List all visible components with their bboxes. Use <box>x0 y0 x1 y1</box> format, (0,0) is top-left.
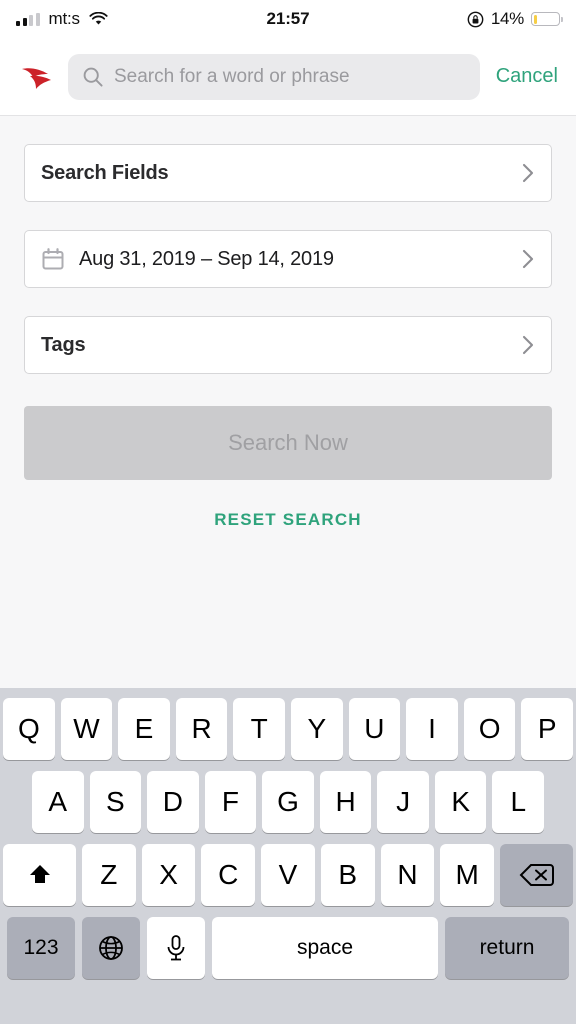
shift-arrow-icon <box>29 865 50 883</box>
space-key[interactable]: space <box>212 917 438 979</box>
numbers-key[interactable]: 123 <box>7 917 75 979</box>
key-z[interactable]: Z <box>82 844 136 906</box>
date-range-row[interactable]: Aug 31, 2019 – Sep 14, 2019 <box>24 230 552 288</box>
phone-screen: mt:s 21:57 14% Search for a word or phra… <box>0 0 576 1024</box>
battery-percent-label: 14% <box>490 9 524 28</box>
date-range-label: Aug 31, 2019 – Sep 14, 2019 <box>79 247 334 270</box>
key-j[interactable]: J <box>377 771 429 833</box>
search-field-container[interactable] <box>68 53 480 100</box>
key-h[interactable]: H <box>319 771 372 833</box>
search-fields-label: Search Fields <box>41 161 169 184</box>
key-g[interactable]: G <box>262 771 314 833</box>
key-c[interactable]: C <box>201 844 256 906</box>
key-q[interactable]: Q <box>3 698 55 760</box>
key-x[interactable]: X <box>141 844 196 906</box>
tags-label: Tags <box>41 333 86 356</box>
chevron-right-icon <box>522 249 534 269</box>
key-a[interactable]: A <box>31 771 84 833</box>
key-i[interactable]: I <box>406 698 458 760</box>
on-screen-keyboard: QWERTYUIOP ASDFGHJKL ZXCVBNM 123 space r… <box>0 688 576 1024</box>
search-now-button[interactable]: Search Now <box>24 406 552 480</box>
search-header: Cancel <box>0 38 576 116</box>
tags-row[interactable]: Tags <box>24 316 552 374</box>
key-r[interactable]: R <box>175 698 228 760</box>
key-t[interactable]: T <box>233 698 285 760</box>
key-e[interactable]: E <box>118 698 170 760</box>
reset-search-button[interactable]: RESET SEARCH <box>24 510 552 530</box>
backspace-icon <box>519 864 554 886</box>
search-fields-row[interactable]: Search Fields <box>24 144 552 202</box>
keyboard-row-3: ZXCVBNM <box>3 844 573 906</box>
key-u[interactable]: U <box>348 698 401 760</box>
chevron-right-icon <box>522 163 534 183</box>
keyboard-row-1: QWERTYUIOP <box>3 698 573 760</box>
globe-icon <box>99 936 123 960</box>
search-icon <box>83 67 103 87</box>
chevron-right-icon <box>522 335 534 355</box>
key-w[interactable]: W <box>60 698 113 760</box>
keyboard-row-2: ASDFGHJKL <box>3 771 573 833</box>
globe-key[interactable] <box>82 917 140 979</box>
key-k[interactable]: K <box>434 771 487 833</box>
calendar-icon <box>42 248 64 270</box>
battery-icon <box>531 12 563 26</box>
key-y[interactable]: Y <box>291 698 343 760</box>
backspace-key[interactable] <box>500 844 573 906</box>
key-s[interactable]: S <box>89 771 142 833</box>
key-l[interactable]: L <box>492 771 545 833</box>
key-p[interactable]: P <box>521 698 573 760</box>
search-input[interactable] <box>114 65 466 88</box>
key-v[interactable]: V <box>261 844 315 906</box>
key-o[interactable]: O <box>463 698 516 760</box>
cancel-button[interactable]: Cancel <box>486 59 562 94</box>
search-form: Search Fields Aug 31, 2019 – Sep 14, 201… <box>0 116 576 530</box>
return-key[interactable]: return <box>445 917 569 979</box>
key-f[interactable]: F <box>204 771 257 833</box>
red-arrow-logo <box>14 60 64 94</box>
status-bar-right: 14% <box>467 9 563 29</box>
status-bar: mt:s 21:57 14% <box>0 0 576 38</box>
rotation-lock-icon <box>467 11 484 27</box>
keyboard-row-4: 123 space return <box>3 917 573 979</box>
key-b[interactable]: B <box>320 844 375 906</box>
dictation-key[interactable] <box>147 917 205 979</box>
key-m[interactable]: M <box>440 844 495 906</box>
shift-key[interactable] <box>3 844 76 906</box>
microphone-icon <box>167 935 185 961</box>
key-d[interactable]: D <box>147 771 199 833</box>
key-n[interactable]: N <box>380 844 435 906</box>
